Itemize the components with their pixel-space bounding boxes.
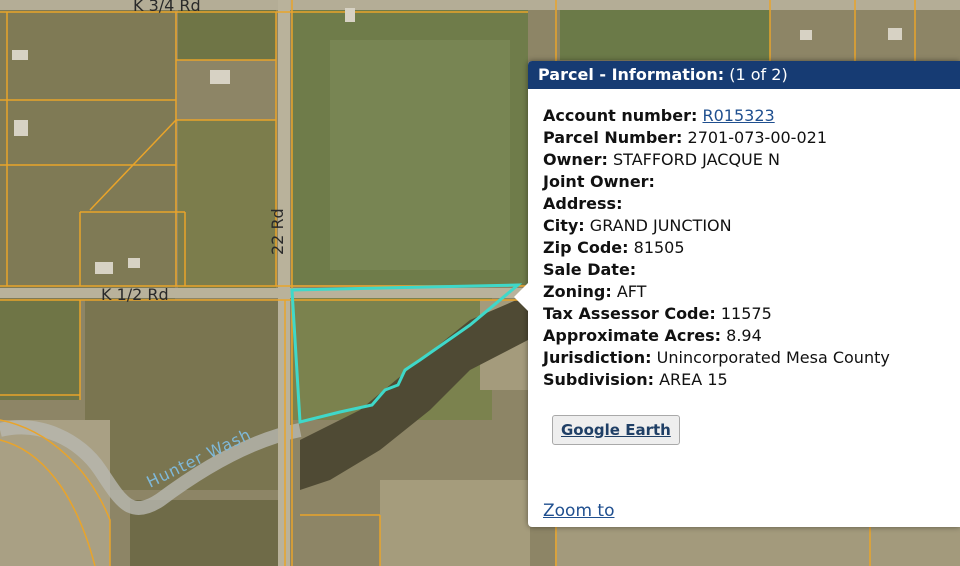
account-number-link[interactable]: R015323 (702, 106, 774, 125)
field-subdivision: Subdivision: AREA 15 (543, 369, 960, 391)
field-value: 11575 (720, 304, 772, 323)
popup-counter: (1 of 2) (729, 65, 788, 84)
field-parcel-number: Parcel Number: 2701-073-00-021 (543, 127, 960, 149)
field-city: City: GRAND JUNCTION (543, 215, 960, 237)
field-label: Jurisdiction: (543, 348, 652, 367)
parcel-info-popup: Parcel - Information: (1 of 2) Account n… (514, 61, 960, 527)
field-label: Zoning: (543, 282, 612, 301)
road-label-k12: K 1/2 Rd (101, 285, 169, 304)
field-owner: Owner: STAFFORD JACQUE N (543, 149, 960, 171)
field-label: Joint Owner: (543, 172, 655, 191)
field-joint-owner: Joint Owner: (543, 171, 960, 193)
field-approximate-acres: Approximate Acres: 8.94 (543, 325, 960, 347)
field-label: Address: (543, 194, 623, 213)
popup-body: Account number: R015323 Parcel Number: 2… (528, 89, 960, 391)
field-value: AREA 15 (659, 370, 728, 389)
field-zoning: Zoning: AFT (543, 281, 960, 303)
field-sale-date: Sale Date: (543, 259, 960, 281)
google-earth-button[interactable]: Google Earth (552, 415, 680, 445)
field-value: 81505 (633, 238, 685, 257)
field-value: 2701-073-00-021 (687, 128, 827, 147)
field-jurisdiction: Jurisdiction: Unincorporated Mesa County (543, 347, 960, 369)
field-label: Subdivision: (543, 370, 655, 389)
popup-header: Parcel - Information: (1 of 2) (528, 61, 960, 89)
field-value: Unincorporated Mesa County (656, 348, 890, 367)
field-tax-assessor-code: Tax Assessor Code: 11575 (543, 303, 960, 325)
field-label: Owner: (543, 150, 608, 169)
field-account-number: Account number: R015323 (543, 105, 960, 127)
field-zip-code: Zip Code: 81505 (543, 237, 960, 259)
field-value: GRAND JUNCTION (589, 216, 732, 235)
field-address: Address: (543, 193, 960, 215)
zoom-to-link[interactable]: Zoom to (543, 501, 614, 521)
field-label: Parcel Number: (543, 128, 683, 147)
field-label: City: (543, 216, 585, 235)
field-label: Tax Assessor Code: (543, 304, 716, 323)
field-value: 8.94 (726, 326, 762, 345)
popup-pointer (514, 283, 528, 311)
road-label-22rd: 22 Rd (268, 208, 287, 255)
field-label: Sale Date: (543, 260, 637, 279)
field-label: Approximate Acres: (543, 326, 722, 345)
field-label: Account number: (543, 106, 698, 125)
popup-title: Parcel - Information: (538, 65, 725, 84)
field-label: Zip Code: (543, 238, 629, 257)
field-value: AFT (616, 282, 647, 301)
field-value: STAFFORD JACQUE N (613, 150, 780, 169)
road-label-k34: K 3/4 Rd (133, 0, 201, 15)
